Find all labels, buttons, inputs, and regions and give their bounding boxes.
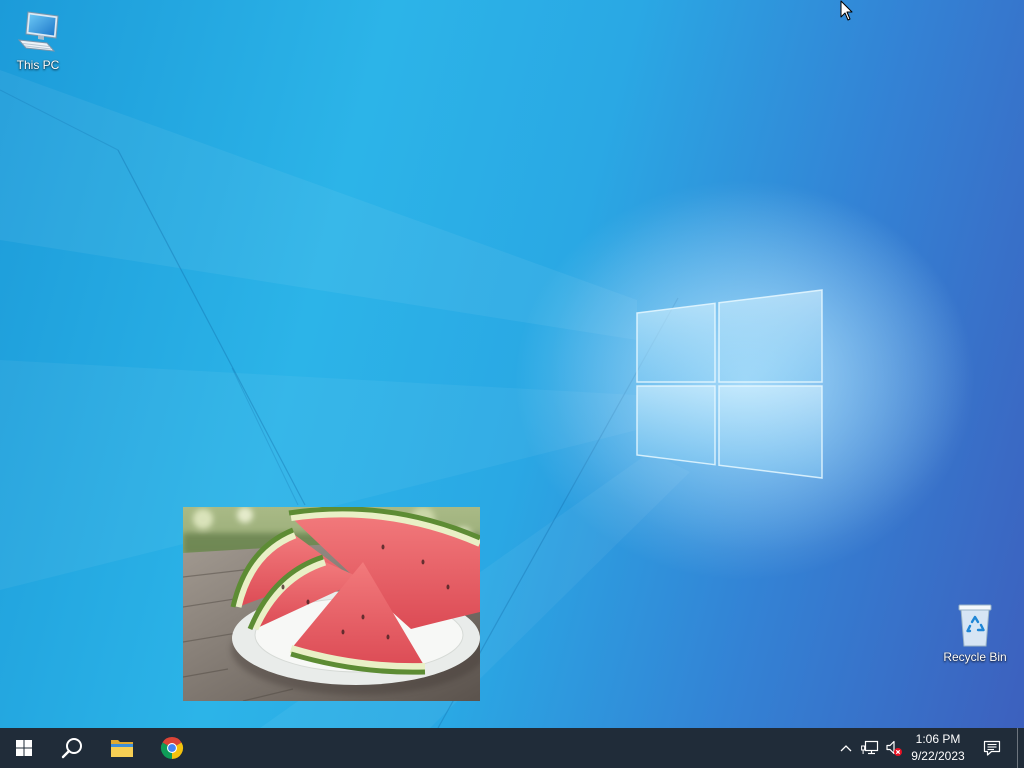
windows-start-icon [16, 740, 32, 756]
show-hidden-icons-button[interactable] [834, 728, 858, 768]
volume-button[interactable] [882, 728, 906, 768]
chevron-up-icon [839, 742, 853, 754]
windows-logo-icon [636, 289, 823, 479]
desktop-icon-label: Recycle Bin [943, 650, 1007, 664]
taskbar: 1:06 PM 9/22/2023 [0, 728, 1024, 768]
desktop-icon-this-pc[interactable]: This PC [0, 8, 76, 73]
search-icon [61, 737, 83, 759]
watermelon-photo[interactable] [183, 507, 480, 701]
network-button[interactable] [858, 728, 882, 768]
start-button[interactable] [0, 728, 48, 768]
file-explorer-icon [110, 737, 134, 759]
arrow-cursor-icon [840, 0, 853, 21]
this-pc-icon [14, 8, 62, 56]
clock-time: 1:06 PM [915, 732, 961, 746]
network-icon [861, 740, 879, 756]
show-desktop-button[interactable] [1017, 728, 1024, 768]
desktop-icon-recycle-bin[interactable]: Recycle Bin [937, 600, 1013, 665]
desktop-icon-label: This PC [16, 58, 60, 72]
wallpaper-light-beams [0, 70, 975, 728]
action-center-button[interactable] [974, 728, 1010, 768]
action-center-icon [983, 739, 1001, 757]
search-button[interactable] [48, 728, 96, 768]
taskbar-clock[interactable]: 1:06 PM 9/22/2023 [906, 728, 970, 768]
file-explorer-button[interactable] [98, 728, 146, 768]
volume-muted-icon [885, 739, 903, 757]
clock-date: 9/22/2023 [911, 749, 965, 763]
recycle-bin-icon [951, 600, 999, 648]
chrome-icon [160, 736, 184, 760]
desktop-wallpaper[interactable] [0, 0, 1024, 768]
chrome-button[interactable] [148, 728, 196, 768]
